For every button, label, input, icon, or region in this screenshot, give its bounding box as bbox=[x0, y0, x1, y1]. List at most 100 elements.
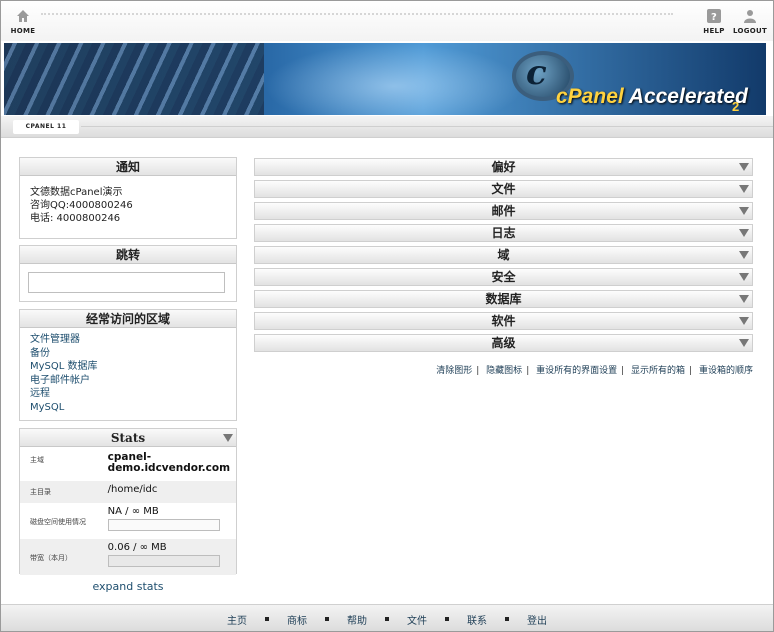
stats-box: Stats 主域 cpanel-demo.idcvendor.com 主目录 /… bbox=[19, 428, 237, 575]
section-mail[interactable]: 邮件 bbox=[254, 202, 753, 220]
logo-version: 2 bbox=[732, 99, 740, 114]
link-reset-interface[interactable]: 重设所有的界面设置 bbox=[536, 366, 617, 376]
footer-separator bbox=[445, 617, 449, 621]
home-button[interactable]: HOME bbox=[3, 9, 43, 35]
section-title: 高级 bbox=[491, 336, 516, 350]
expand-stats-link[interactable]: expand stats bbox=[19, 580, 237, 593]
stats-value: /home/idc bbox=[107, 481, 236, 503]
jump-title: 跳转 bbox=[20, 246, 236, 264]
separator: | bbox=[621, 366, 625, 376]
section-title: 软件 bbox=[491, 314, 516, 328]
notice-line: 电话: 4000800246 bbox=[30, 213, 121, 224]
view-options-links: 清除图形 | 隐藏图标 | 重设所有的界面设置 | 显示所有的箱 | 重设箱的顺序 bbox=[254, 363, 753, 376]
chevron-down-icon[interactable] bbox=[739, 273, 749, 281]
logout-button[interactable]: LOGOUT bbox=[730, 9, 770, 35]
stats-label: 主目录 bbox=[20, 481, 108, 503]
footer-link-help[interactable]: 帮助 bbox=[347, 616, 367, 627]
footer-separator bbox=[325, 617, 329, 621]
link-hide-icons[interactable]: 隐藏图标 bbox=[486, 366, 522, 376]
footer-separator bbox=[265, 617, 269, 621]
link-show-all-boxes[interactable]: 显示所有的箱 bbox=[631, 366, 685, 376]
stats-row-home-dir: 主目录 /home/idc bbox=[20, 481, 236, 503]
stats-row-main-domain: 主域 cpanel-demo.idcvendor.com bbox=[20, 447, 236, 481]
section-security[interactable]: 安全 bbox=[254, 268, 753, 286]
home-icon bbox=[17, 10, 29, 22]
stats-label: 磁盘空间使用情况 bbox=[30, 518, 86, 526]
stats-value: cpanel-demo.idcvendor.com bbox=[107, 451, 231, 474]
footer-link-logout[interactable]: 登出 bbox=[527, 616, 547, 627]
stats-row-bandwidth: 带宽（本月） 0.06 / ∞ MB bbox=[20, 539, 236, 575]
section-software[interactable]: 软件 bbox=[254, 312, 753, 330]
separator: | bbox=[526, 366, 530, 376]
footer-link-documentation[interactable]: 文件 bbox=[407, 616, 427, 627]
footer-nav: 主页 商标 帮助 文件 联系 登出 bbox=[1, 612, 773, 627]
notice-box: 通知 文德数据cPanel演示 咨询QQ:4000800246 电话: 4000… bbox=[19, 157, 237, 239]
help-icon: ? bbox=[707, 9, 721, 23]
footer-link-trademarks[interactable]: 商标 bbox=[287, 616, 307, 627]
chevron-down-icon[interactable] bbox=[739, 207, 749, 215]
frequent-link-mysql-databases[interactable]: MySQL 数据库 bbox=[30, 360, 226, 374]
chevron-down-icon[interactable] bbox=[739, 185, 749, 193]
chevron-down-icon[interactable] bbox=[739, 229, 749, 237]
footer-bar: 主页 商标 帮助 文件 联系 登出 bbox=[1, 604, 773, 631]
collapse-arrow-icon[interactable] bbox=[223, 434, 233, 442]
link-reset-box-order[interactable]: 重设箱的顺序 bbox=[699, 366, 753, 376]
cpanel-logo-text: cPanel Accelerated bbox=[556, 85, 748, 109]
stats-value: 0.06 / ∞ MB bbox=[107, 542, 167, 553]
section-title: 邮件 bbox=[491, 204, 516, 218]
section-title: 安全 bbox=[491, 270, 516, 284]
network-cables-image bbox=[4, 43, 264, 115]
frequent-areas-box: 经常访问的区域 文件管理器 备份 MySQL 数据库 电子邮件帐户 远程 MyS… bbox=[19, 309, 237, 421]
section-title: 日志 bbox=[491, 226, 516, 240]
chevron-down-icon[interactable] bbox=[739, 339, 749, 347]
stats-table: 主域 cpanel-demo.idcvendor.com 主目录 /home/i… bbox=[20, 447, 236, 575]
cpanel-banner: c cPanel Accelerated 2 bbox=[4, 43, 766, 115]
jump-box: 跳转 bbox=[19, 245, 237, 302]
bandwidth-bar bbox=[107, 555, 220, 567]
stats-label: 带宽（本月） bbox=[20, 539, 108, 575]
separator: | bbox=[689, 366, 693, 376]
frequent-link-remote[interactable]: 远程 bbox=[30, 387, 226, 401]
stats-label: 主域 bbox=[30, 456, 44, 464]
version-tab: CPANEL 11 bbox=[13, 120, 79, 134]
world-map-image bbox=[264, 43, 524, 115]
notice-body: 文德数据cPanel演示 咨询QQ:4000800246 电话: 4000800… bbox=[20, 176, 236, 235]
section-title: 数据库 bbox=[485, 292, 522, 306]
top-toolbar: HOME ? HELP LOGOUT bbox=[1, 1, 773, 41]
frequent-link-email-accounts[interactable]: 电子邮件帐户 bbox=[30, 374, 226, 388]
section-domains[interactable]: 域 bbox=[254, 246, 753, 264]
chevron-down-icon[interactable] bbox=[739, 251, 749, 259]
frequent-link-backup[interactable]: 备份 bbox=[30, 347, 226, 361]
version-divider bbox=[81, 126, 773, 127]
cpanel-logo-c: c bbox=[526, 53, 547, 93]
notice-line: 文德数据cPanel演示 bbox=[30, 187, 123, 198]
stats-row-disk-usage: 磁盘空间使用情况 NA / ∞ MB bbox=[20, 503, 236, 539]
version-bar: CPANEL 11 bbox=[1, 116, 773, 138]
frequent-areas-list: 文件管理器 备份 MySQL 数据库 电子邮件帐户 远程 MySQL bbox=[20, 328, 236, 419]
footer-link-home[interactable]: 主页 bbox=[227, 616, 247, 627]
disk-usage-bar bbox=[107, 519, 220, 531]
chevron-down-icon[interactable] bbox=[739, 295, 749, 303]
section-files[interactable]: 文件 bbox=[254, 180, 753, 198]
section-advanced[interactable]: 高级 bbox=[254, 334, 753, 352]
help-label: HELP bbox=[703, 27, 725, 35]
chevron-down-icon[interactable] bbox=[739, 163, 749, 171]
logo-cpanel-word: cPanel bbox=[556, 85, 624, 108]
svg-text:?: ? bbox=[711, 12, 717, 23]
frequent-link-mysql[interactable]: MySQL bbox=[30, 401, 226, 415]
frequent-link-file-manager[interactable]: 文件管理器 bbox=[30, 333, 226, 347]
section-logs[interactable]: 日志 bbox=[254, 224, 753, 242]
help-button[interactable]: ? HELP bbox=[694, 9, 734, 35]
section-title: 文件 bbox=[491, 182, 516, 196]
frequent-areas-title: 经常访问的区域 bbox=[20, 310, 236, 328]
jump-input[interactable] bbox=[28, 272, 225, 293]
link-clear-graphics[interactable]: 清除图形 bbox=[436, 366, 472, 376]
stats-header[interactable]: Stats bbox=[20, 429, 236, 447]
section-preferences[interactable]: 偏好 bbox=[254, 158, 753, 176]
footer-separator bbox=[385, 617, 389, 621]
chevron-down-icon[interactable] bbox=[739, 317, 749, 325]
notice-line: 咨询QQ:4000800246 bbox=[30, 200, 133, 211]
section-databases[interactable]: 数据库 bbox=[254, 290, 753, 308]
section-title: 域 bbox=[497, 248, 510, 262]
footer-link-contact[interactable]: 联系 bbox=[467, 616, 487, 627]
